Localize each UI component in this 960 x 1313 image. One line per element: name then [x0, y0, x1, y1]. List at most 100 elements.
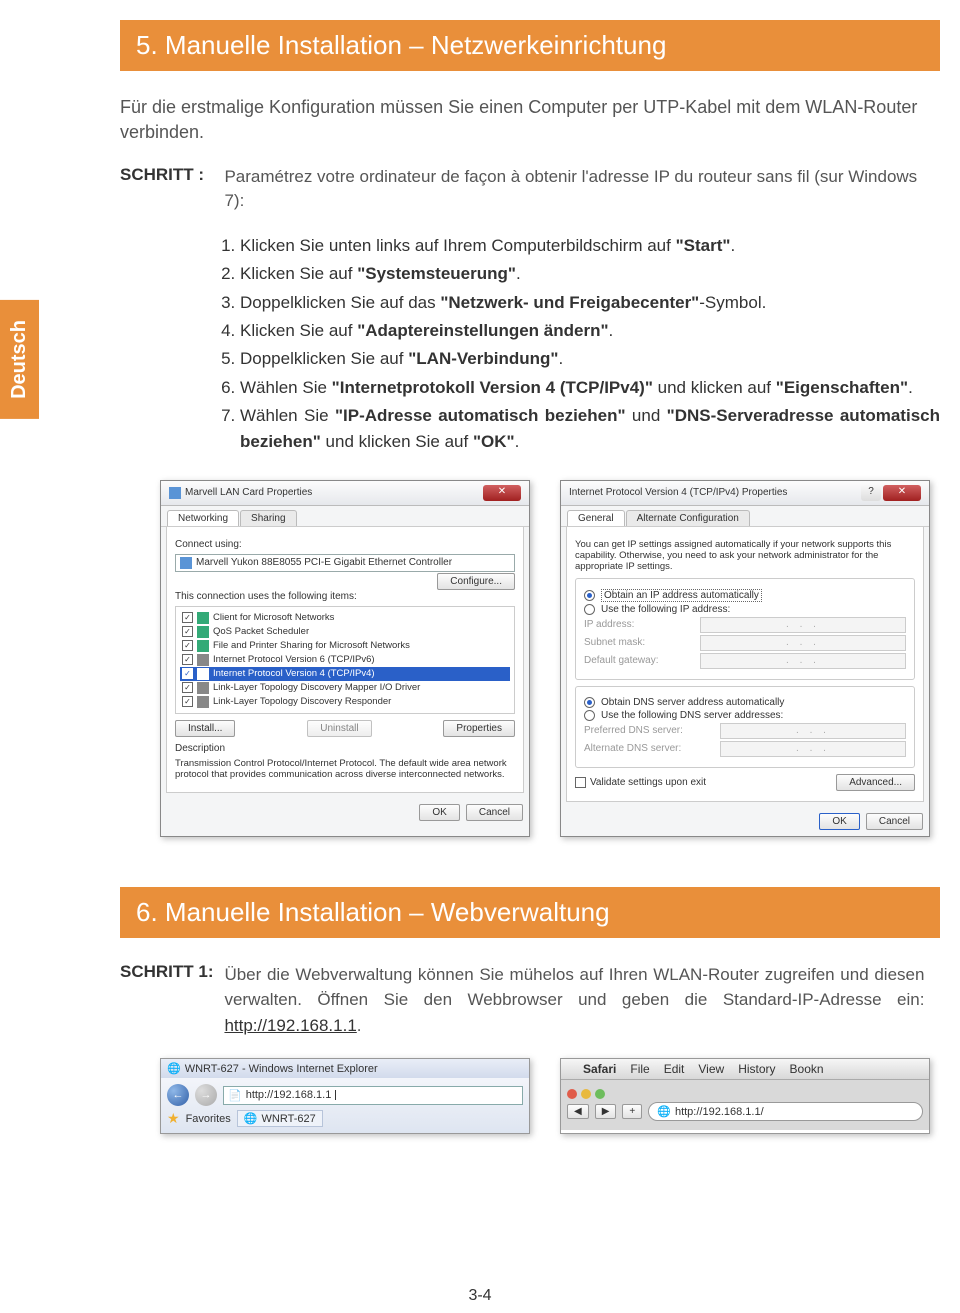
- help-icon[interactable]: ?: [861, 485, 881, 501]
- step-5: Doppelklicken Sie auf "LAN-Verbindung".: [240, 346, 940, 372]
- ip-group: Obtain an IP address automatically Use t…: [575, 578, 915, 680]
- schritt-block: SCHRITT : Paramétrez votre ordinateur de…: [120, 165, 940, 213]
- uses-label: This connection uses the following items…: [175, 591, 515, 602]
- list-item[interactable]: ✓Link-Layer Topology Discovery Mapper I/…: [180, 681, 510, 695]
- dns-group: Obtain DNS server address automatically …: [575, 686, 915, 768]
- close-traffic-icon[interactable]: [567, 1089, 577, 1099]
- page-content: 5. Manuelle Installation – Netzwerkeinri…: [0, 0, 940, 1134]
- schritt-text: Paramétrez votre ordinateur de façon à o…: [224, 165, 924, 213]
- ok-button[interactable]: OK: [419, 804, 459, 821]
- properties-button[interactable]: Properties: [443, 720, 515, 737]
- safari-back-button[interactable]: ◀: [567, 1104, 589, 1119]
- ok-button[interactable]: OK: [819, 813, 859, 830]
- radio-use-ip[interactable]: [584, 604, 595, 615]
- ie-browser: 🌐 WNRT-627 - Windows Internet Explorer ←…: [160, 1058, 530, 1134]
- ipv4-dialog-title: Internet Protocol Version 4 (TCP/IPv4) P…: [569, 487, 787, 498]
- lan-dialog-tabs: Networking Sharing: [161, 506, 529, 527]
- language-side-tab: Deutsch: [0, 300, 39, 419]
- safari-url-bar[interactable]: 🌐 http://192.168.1.1/: [648, 1102, 923, 1121]
- schritt6-text: Über die Webverwaltung können Sie mühelo…: [224, 962, 924, 1039]
- gateway-input: . . .: [700, 653, 906, 669]
- traffic-lights[interactable]: [567, 1089, 605, 1099]
- lan-properties-dialog: Marvell LAN Card Properties ✕ Networking…: [160, 480, 530, 837]
- radio-auto-dns[interactable]: [584, 697, 595, 708]
- ipv4-dialog-titlebar: Internet Protocol Version 4 (TCP/IPv4) P…: [561, 481, 929, 506]
- description-text: Transmission Control Protocol/Internet P…: [175, 758, 515, 780]
- view-menu[interactable]: View: [698, 1062, 724, 1076]
- lan-dialog-buttons: OK Cancel: [161, 798, 529, 827]
- tab-general[interactable]: General: [567, 510, 625, 526]
- lan-dialog-titlebar: Marvell LAN Card Properties ✕: [161, 481, 529, 506]
- list-item[interactable]: ✓QoS Packet Scheduler: [180, 625, 510, 639]
- list-item[interactable]: ✓Client for Microsoft Networks: [180, 611, 510, 625]
- minimize-traffic-icon[interactable]: [581, 1089, 591, 1099]
- list-item[interactable]: ✓File and Printer Sharing for Microsoft …: [180, 639, 510, 653]
- description-label: Description: [175, 743, 515, 754]
- ipv4-properties-dialog: Internet Protocol Version 4 (TCP/IPv4) P…: [560, 480, 930, 837]
- install-button[interactable]: Install...: [175, 720, 235, 737]
- adapter-icon: [180, 557, 192, 569]
- ipv4-dialog-tabs: General Alternate Configuration: [561, 506, 929, 527]
- connect-using-label: Connect using:: [175, 539, 515, 550]
- back-button[interactable]: ←: [167, 1084, 189, 1106]
- advanced-button[interactable]: Advanced...: [836, 774, 915, 791]
- favorites-label[interactable]: Favorites: [186, 1113, 231, 1125]
- items-list: ✓Client for Microsoft Networks ✓QoS Pack…: [175, 606, 515, 714]
- radio-auto-ip[interactable]: [584, 590, 595, 601]
- zoom-traffic-icon[interactable]: [595, 1089, 605, 1099]
- step-1: Klicken Sie unten links auf Ihrem Comput…: [240, 233, 940, 259]
- ip-address-input: . . .: [700, 617, 906, 633]
- dialogs-row: Marvell LAN Card Properties ✕ Networking…: [160, 480, 940, 837]
- section5-intro: Für die erstmalige Konfiguration müssen …: [120, 95, 940, 145]
- ie-url-bar[interactable]: 📄 http://192.168.1.1: [223, 1086, 523, 1105]
- uninstall-button[interactable]: Uninstall: [307, 720, 371, 737]
- step-6: Wählen Sie "Internetprotokoll Version 4 …: [240, 375, 940, 401]
- ie-title-text: WNRT-627 - Windows Internet Explorer: [185, 1063, 378, 1075]
- validate-checkbox[interactable]: [575, 777, 586, 788]
- pref-dns-input: . . .: [720, 723, 906, 739]
- lan-dialog-body: Connect using: Marvell Yukon 88E8055 PCI…: [166, 527, 524, 793]
- browsers-row: 🌐 WNRT-627 - Windows Internet Explorer ←…: [160, 1058, 940, 1134]
- safari-browser: Safari File Edit View History Bookn ◀: [560, 1058, 930, 1134]
- close-icon[interactable]: ✕: [883, 485, 921, 501]
- step-7: Wählen Sie "IP-Adresse automatisch bezie…: [240, 403, 940, 456]
- ie-tab[interactable]: 🌐 WNRT-627: [237, 1110, 323, 1127]
- configure-button[interactable]: Configure...: [437, 573, 515, 590]
- subnet-input: . . .: [700, 635, 906, 651]
- adapter-field: Marvell Yukon 88E8055 PCI-E Gigabit Ethe…: [175, 554, 515, 572]
- ie-icon: 🌐: [167, 1062, 181, 1075]
- schritt-label: SCHRITT :: [120, 165, 220, 185]
- bookmarks-menu[interactable]: Bookn: [790, 1062, 824, 1076]
- tab-sharing[interactable]: Sharing: [240, 510, 296, 526]
- safari-forward-button[interactable]: ▶: [595, 1104, 617, 1119]
- safari-add-button[interactable]: +: [622, 1104, 642, 1119]
- tab-networking[interactable]: Networking: [167, 510, 239, 526]
- cancel-button[interactable]: Cancel: [466, 804, 523, 821]
- file-menu[interactable]: File: [630, 1062, 649, 1076]
- default-ip-link[interactable]: http://192.168.1.1: [224, 1016, 356, 1035]
- step-3: Doppelklicken Sie auf das "Netzwerk- und…: [240, 290, 940, 316]
- ie-tab-icon: 🌐: [244, 1112, 258, 1125]
- forward-button[interactable]: →: [195, 1084, 217, 1106]
- list-item[interactable]: ✓Internet Protocol Version 6 (TCP/IPv6): [180, 653, 510, 667]
- close-icon[interactable]: ✕: [483, 485, 521, 501]
- safari-menu[interactable]: Safari: [583, 1062, 616, 1076]
- radio-use-dns[interactable]: [584, 710, 595, 721]
- tab-alternate[interactable]: Alternate Configuration: [626, 510, 750, 526]
- cancel-button[interactable]: Cancel: [866, 813, 923, 830]
- page-icon: 📄: [228, 1089, 242, 1102]
- schritt6-label: SCHRITT 1:: [120, 962, 220, 982]
- history-menu[interactable]: History: [738, 1062, 775, 1076]
- ie-titlebar: 🌐 WNRT-627 - Windows Internet Explorer: [161, 1059, 529, 1078]
- ipv4-info: You can get IP settings assigned automat…: [575, 539, 915, 572]
- list-item[interactable]: ✓Link-Layer Topology Discovery Responder: [180, 695, 510, 709]
- ipv4-dialog-buttons: OK Cancel: [561, 807, 929, 836]
- favorites-star-icon[interactable]: ★: [167, 1110, 180, 1127]
- step-4: Klicken Sie auf "Adaptereinstellungen än…: [240, 318, 940, 344]
- list-item-selected[interactable]: ✓Internet Protocol Version 4 (TCP/IPv4): [180, 667, 510, 681]
- mac-menubar: Safari File Edit View History Bookn: [561, 1059, 929, 1080]
- edit-menu[interactable]: Edit: [664, 1062, 685, 1076]
- section5-header: 5. Manuelle Installation – Netzwerkeinri…: [120, 20, 940, 71]
- globe-icon: 🌐: [657, 1105, 671, 1118]
- lan-dialog-title: Marvell LAN Card Properties: [185, 487, 312, 498]
